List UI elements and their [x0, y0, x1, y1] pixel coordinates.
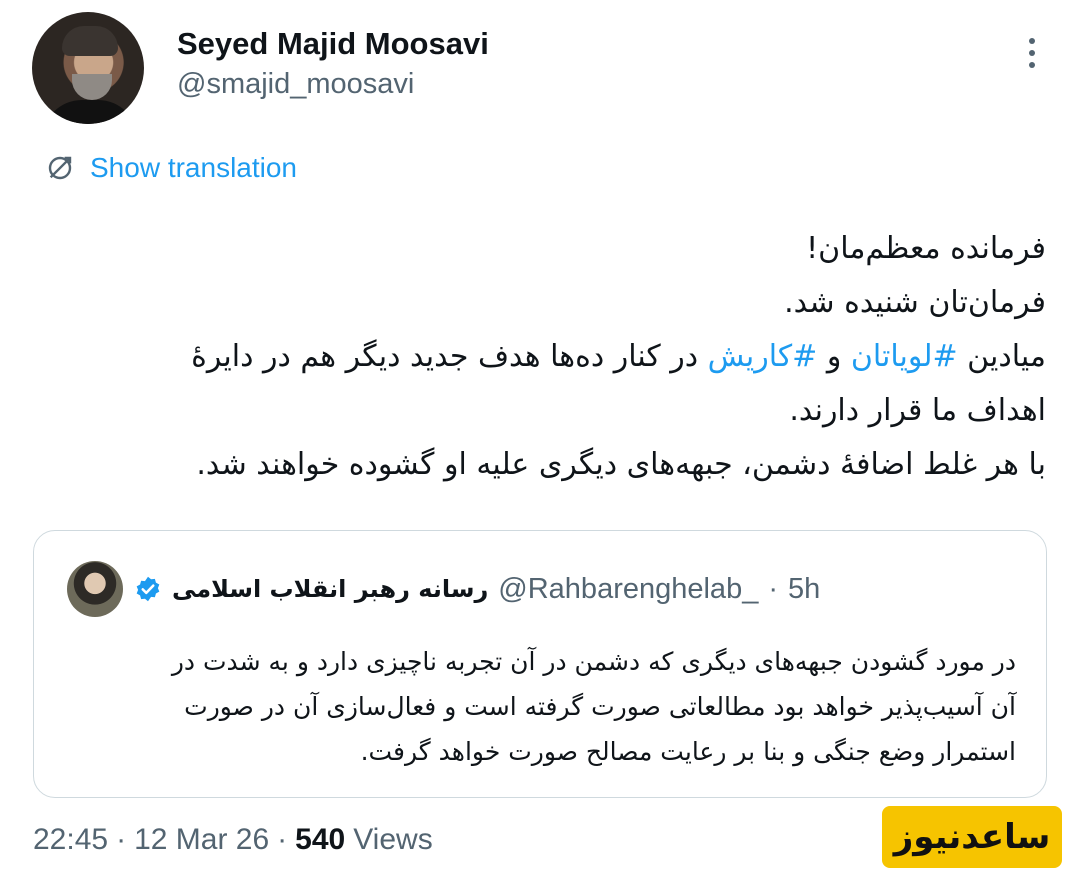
quoted-tweet-time[interactable]: 5h [788, 573, 820, 606]
quoted-tweet-line: در مورد گشودن جبهه‌های دیگری که دشمن در … [171, 647, 1016, 676]
translate-icon [48, 156, 72, 180]
verified-badge-icon [136, 576, 160, 602]
tweet-text-fragment: و [817, 339, 851, 374]
tweet-date[interactable]: 12 Mar 26 [134, 823, 269, 857]
hashtag-leviathan-link[interactable]: #لویاتان [851, 339, 958, 374]
quoted-tweet-header: رسانه رهبر انقلاب اسلامی @Rahbarenghelab… [134, 563, 820, 615]
quoted-tweet-body: در مورد گشودن جبهه‌های دیگری که دشمن در … [66, 639, 1016, 774]
quoted-author-name[interactable]: رسانه رهبر انقلاب اسلامی [172, 575, 488, 603]
views-label: Views [353, 823, 433, 856]
author-handle[interactable]: @smajid_moosavi [177, 68, 414, 101]
quoted-tweet-card[interactable]: رسانه رهبر انقلاب اسلامی @Rahbarenghelab… [33, 530, 1047, 798]
tweet-time[interactable]: 22:45 [33, 823, 108, 857]
translation-label: Show translation [90, 152, 298, 183]
tweet-metadata: 22:45 · 12 Mar 26 · 540 Views [33, 818, 433, 862]
quoted-author-handle[interactable]: @Rahbarenghelab_ [498, 573, 758, 606]
separator-dot: · [277, 823, 288, 856]
more-options-icon[interactable] [1024, 38, 1040, 78]
tweet-header: Seyed Majid Moosavi @smajid_moosavi [32, 12, 1048, 124]
watermark-logo: ساعدنیوز [882, 806, 1062, 868]
tweet-text-fragment: میادین [957, 339, 1046, 374]
views-count: 540 [295, 823, 346, 856]
separator-dot: · [116, 823, 127, 856]
tweet-line: اهداف ما قرار دارند. [789, 393, 1046, 428]
show-translation-link[interactable]: Show translation [44, 150, 297, 186]
quoted-tweet-line: استمرار وضع جنگی و بنا بر رعایت مصالح صو… [360, 737, 1016, 766]
tweet-line: فرمانده معظم‌مان! [806, 231, 1046, 266]
tweet-body: فرمانده معظم‌مان! فرمان‌تان شنیده شد. می… [46, 222, 1046, 492]
tweet-line: با هر غلط اضافهٔ دشمن، جبهه‌های دیگری عل… [196, 447, 1046, 482]
tweet-text-fragment: در کنار ده‌ها هدف جدید دیگر هم در دایرهٔ [191, 339, 708, 374]
hashtag-karish-link[interactable]: #کاریش [708, 339, 818, 374]
separator-dot: · [768, 572, 778, 605]
quoted-tweet-line: آن آسیب‌پذیر خواهد بود مطالعاتی صورت گرف… [184, 692, 1016, 721]
author-name[interactable]: Seyed Majid Moosavi [177, 26, 489, 62]
author-avatar[interactable] [32, 12, 144, 124]
quoted-author-avatar[interactable] [67, 561, 123, 617]
tweet-line: میادین #لویاتان و #کاریش در کنار ده‌ها ه… [46, 330, 1046, 384]
tweet-line: فرمان‌تان شنیده شد. [784, 285, 1046, 320]
